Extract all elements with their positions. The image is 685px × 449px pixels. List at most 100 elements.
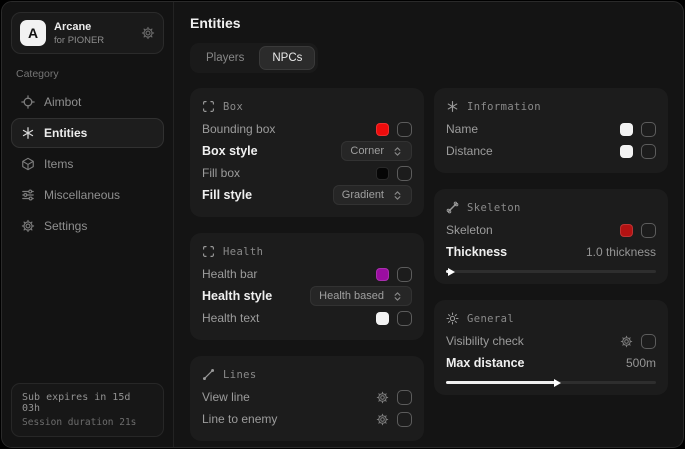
card-title: Box: [223, 101, 243, 113]
box-style-dropdown[interactable]: Corner: [341, 141, 412, 161]
sliders-icon: [21, 188, 35, 202]
color-swatch[interactable]: [620, 145, 633, 158]
sidebar-item-label: Settings: [44, 219, 87, 233]
sub-expires-text: Sub expires in 15d 03h: [22, 392, 153, 414]
sidebar-item-aimbot[interactable]: Aimbot: [11, 87, 164, 117]
gear-icon: [21, 219, 35, 233]
max-distance-slider[interactable]: [446, 381, 656, 384]
setting-row-fill-style: Fill style Gradient: [202, 184, 412, 206]
app-name: Arcane: [54, 21, 104, 33]
skeleton-card-header: Skeleton: [446, 198, 656, 219]
setting-row-max-distance: Max distance 500m: [446, 352, 656, 374]
slider-thumb[interactable]: [448, 268, 455, 276]
app-identity: Arcane for PIONER: [54, 21, 104, 46]
setting-row-line-to-enemy: Line to enemy: [202, 408, 412, 430]
general-card-header: General: [446, 309, 656, 330]
setting-row-fill-box: Fill box: [202, 162, 412, 184]
lines-card-header: Lines: [202, 365, 412, 386]
chevron-updown-icon: [392, 146, 403, 157]
health-text-checkbox[interactable]: [397, 311, 412, 326]
card-title: Health: [223, 246, 263, 258]
app-logo: A: [20, 20, 46, 46]
max-distance-value: 500m: [626, 356, 656, 370]
diagonal-line-icon: [202, 368, 215, 381]
slider-thumb[interactable]: [554, 379, 561, 387]
setting-row-bounding-box: Bounding box: [202, 118, 412, 140]
view-line-checkbox[interactable]: [397, 390, 412, 405]
sun-icon: [446, 312, 459, 325]
main-content: Entities Players NPCs Box Bounding box: [174, 2, 683, 447]
fill-box-checkbox[interactable]: [397, 166, 412, 181]
color-swatch[interactable]: [620, 123, 633, 136]
card-title: General: [467, 313, 514, 325]
entities-icon: [21, 126, 35, 140]
setting-row-health-bar: Health bar: [202, 263, 412, 285]
setting-row-view-line: View line: [202, 386, 412, 408]
gear-icon[interactable]: [141, 26, 155, 40]
health-card: Health Health bar Health style H: [190, 233, 424, 340]
chevron-updown-icon: [392, 190, 403, 201]
tab-players[interactable]: Players: [193, 46, 257, 70]
left-column: Box Bounding box Box style Corne: [190, 88, 424, 441]
gear-icon[interactable]: [376, 391, 389, 404]
sidebar-item-label: Aimbot: [44, 95, 81, 109]
color-swatch[interactable]: [376, 312, 389, 325]
gear-icon[interactable]: [376, 413, 389, 426]
setting-row-health-text: Health text: [202, 307, 412, 329]
general-card: General Visibility check Max distance: [434, 300, 668, 395]
sidebar-item-entities[interactable]: Entities: [11, 118, 164, 148]
app-subtitle: for PIONER: [54, 35, 104, 46]
corner-brackets-icon: [202, 100, 215, 113]
information-card-header: Information: [446, 97, 656, 118]
setting-row-skeleton: Skeleton: [446, 219, 656, 241]
health-card-header: Health: [202, 242, 412, 263]
package-icon: [21, 157, 35, 171]
subscription-info: Sub expires in 15d 03h Session duration …: [11, 383, 164, 437]
sidebar-item-label: Entities: [44, 126, 87, 140]
corner-brackets-icon: [202, 245, 215, 258]
sidebar-item-miscellaneous[interactable]: Miscellaneous: [11, 180, 164, 210]
card-title: Lines: [223, 369, 257, 381]
setting-row-name: Name: [446, 118, 656, 140]
crosshair-icon: [21, 95, 35, 109]
setting-row-box-style: Box style Corner: [202, 140, 412, 162]
visibility-check-checkbox[interactable]: [641, 334, 656, 349]
color-swatch[interactable]: [620, 224, 633, 237]
bounding-box-checkbox[interactable]: [397, 122, 412, 137]
sidebar-item-label: Miscellaneous: [44, 188, 120, 202]
name-checkbox[interactable]: [641, 122, 656, 137]
tab-npcs[interactable]: NPCs: [259, 46, 315, 70]
asterisk-icon: [446, 100, 459, 113]
skeleton-checkbox[interactable]: [641, 223, 656, 238]
color-swatch[interactable]: [376, 268, 389, 281]
page-title: Entities: [190, 15, 668, 31]
setting-row-thickness: Thickness 1.0 thickness: [446, 241, 656, 263]
app-window: A Arcane for PIONER Category Aimbot: [1, 1, 684, 448]
thickness-slider[interactable]: [446, 270, 656, 273]
setting-row-visibility-check: Visibility check: [446, 330, 656, 352]
right-column: Information Name Distance: [434, 88, 668, 395]
health-style-dropdown[interactable]: Health based: [310, 286, 412, 306]
fill-style-dropdown[interactable]: Gradient: [333, 185, 412, 205]
distance-checkbox[interactable]: [641, 144, 656, 159]
chevron-updown-icon: [392, 291, 403, 302]
skeleton-card: Skeleton Skeleton Thickness 1.0 thicknes…: [434, 189, 668, 284]
gear-icon[interactable]: [620, 335, 633, 348]
box-card: Box Bounding box Box style Corne: [190, 88, 424, 217]
lines-card: Lines View line Line to enemy: [190, 356, 424, 441]
card-title: Skeleton: [467, 202, 521, 214]
sidebar-item-items[interactable]: Items: [11, 149, 164, 179]
sidebar-item-settings[interactable]: Settings: [11, 211, 164, 241]
color-swatch[interactable]: [376, 123, 389, 136]
setting-row-distance: Distance: [446, 140, 656, 162]
bone-icon: [446, 201, 459, 214]
settings-columns: Box Bounding box Box style Corne: [190, 88, 668, 441]
color-swatch[interactable]: [376, 167, 389, 180]
session-duration-text: Session duration 21s: [22, 417, 153, 428]
sidebar-header: A Arcane for PIONER: [11, 12, 164, 54]
line-to-enemy-checkbox[interactable]: [397, 412, 412, 427]
sidebar-item-label: Items: [44, 157, 73, 171]
health-bar-checkbox[interactable]: [397, 267, 412, 282]
card-title: Information: [467, 101, 541, 113]
category-label: Category: [16, 68, 159, 80]
